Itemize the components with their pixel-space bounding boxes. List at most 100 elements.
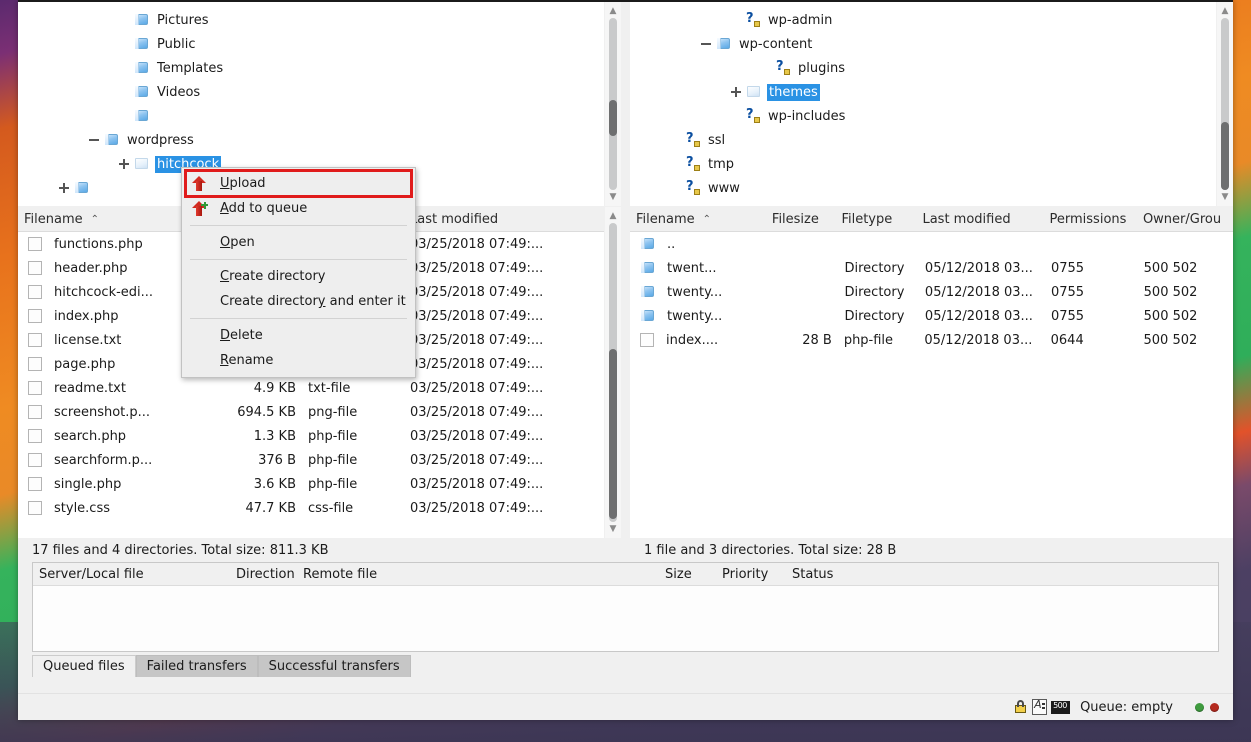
- tree-item[interactable]: themes: [630, 80, 1216, 104]
- file-checkbox[interactable]: [28, 453, 42, 467]
- column-header[interactable]: Filetype: [835, 212, 916, 227]
- scroll-down-arrow-icon[interactable]: ▼: [605, 522, 621, 536]
- table-row[interactable]: ..: [630, 232, 1233, 256]
- column-header[interactable]: Last modified: [916, 212, 1043, 227]
- menu-item[interactable]: Create directory and enter it: [182, 289, 415, 314]
- file-checkbox[interactable]: [28, 285, 42, 299]
- file-checkbox[interactable]: [28, 405, 42, 419]
- table-row[interactable]: searchform.p...376 Bphp-file03/25/2018 0…: [18, 448, 604, 472]
- menu-item[interactable]: Rename: [182, 348, 415, 373]
- tree-item[interactable]: Public: [18, 32, 604, 56]
- expand-plus-icon[interactable]: [116, 156, 132, 172]
- queue-tabs[interactable]: Queued filesFailed transfersSuccessful t…: [32, 653, 1219, 677]
- column-header[interactable]: Permissions: [1044, 212, 1137, 227]
- column-header-label: Last modified: [922, 212, 1010, 227]
- tree-item[interactable]: plugins: [630, 56, 1216, 80]
- speed-limit-icon[interactable]: [1051, 701, 1070, 714]
- scroll-thumb[interactable]: [609, 100, 617, 136]
- tree-item[interactable]: www: [630, 176, 1216, 200]
- twisty-spacer: [668, 180, 684, 196]
- tree-item-label: ssl: [706, 132, 727, 149]
- context-menu[interactable]: UploadAdd to queue Open Create directoryCr…: [181, 167, 416, 378]
- file-checkbox[interactable]: [28, 357, 42, 371]
- scroll-up-arrow-icon[interactable]: ▲: [1217, 4, 1233, 18]
- queue-column-header[interactable]: Size: [659, 567, 716, 582]
- file-checkbox[interactable]: [28, 333, 42, 347]
- local-list-scrollbar[interactable]: ▲ ▼: [604, 207, 621, 538]
- queue-column-header[interactable]: Status: [786, 567, 858, 582]
- queue-column-header[interactable]: Remote file: [297, 567, 659, 582]
- queue-box[interactable]: Server/Local fileDirectionRemote fileSiz…: [32, 562, 1219, 652]
- queue-column-header[interactable]: Server/Local file: [33, 567, 230, 582]
- column-header[interactable]: Filesize: [766, 212, 836, 227]
- menu-separator: [190, 259, 407, 260]
- scroll-up-arrow-icon[interactable]: ▲: [605, 4, 621, 18]
- table-row[interactable]: index....28 Bphp-file05/12/2018 03...064…: [630, 328, 1233, 352]
- file-checkbox[interactable]: [28, 501, 42, 515]
- remote-tree[interactable]: wp-adminwp-contentpluginsthemeswp-includ…: [630, 2, 1233, 207]
- scroll-down-arrow-icon[interactable]: ▼: [605, 190, 621, 204]
- table-row[interactable]: screenshot.p...694.5 KBpng-file03/25/201…: [18, 400, 604, 424]
- expand-plus-icon[interactable]: [728, 84, 744, 100]
- remote-side: wp-adminwp-contentpluginsthemeswp-includ…: [630, 2, 1233, 562]
- tree-item[interactable]: tmp: [630, 152, 1216, 176]
- local-tree-scrollbar[interactable]: ▲ ▼: [604, 2, 621, 206]
- scroll-thumb[interactable]: [1221, 122, 1229, 190]
- pane-splitter[interactable]: [621, 2, 630, 562]
- menu-item[interactable]: Upload: [186, 171, 411, 196]
- queue-column-header[interactable]: Priority: [716, 567, 786, 582]
- menu-item[interactable]: Delete: [182, 323, 415, 348]
- scroll-up-arrow-icon[interactable]: ▲: [605, 209, 621, 223]
- table-row[interactable]: twenty...Directory05/12/2018 03...075550…: [630, 304, 1233, 328]
- table-row[interactable]: twent...Directory05/12/2018 03...0755500…: [630, 256, 1233, 280]
- queue-tab[interactable]: Failed transfers: [136, 655, 258, 677]
- queue-header[interactable]: Server/Local fileDirectionRemote fileSiz…: [33, 563, 1218, 586]
- collapse-minus-icon[interactable]: [698, 36, 714, 52]
- scroll-down-arrow-icon[interactable]: ▼: [1217, 190, 1233, 204]
- column-header[interactable]: Last modified: [404, 212, 586, 227]
- file-checkbox[interactable]: [640, 333, 654, 347]
- remote-list-header[interactable]: Filename⌃FilesizeFiletype Last modified Pe…: [630, 207, 1233, 232]
- column-header[interactable]: Owner/Grou: [1137, 212, 1233, 227]
- remote-file-list[interactable]: Filename⌃FilesizeFiletype Last modified Pe…: [630, 207, 1233, 538]
- tree-item[interactable]: wp-content: [630, 32, 1216, 56]
- queue-tab[interactable]: Successful transfers: [258, 655, 411, 677]
- table-row[interactable]: style.css47.7 KBcss-file03/25/2018 07:49…: [18, 496, 604, 520]
- file-modified-cell: 03/25/2018 07:49:...: [404, 501, 586, 516]
- column-header[interactable]: Filename⌃: [630, 212, 766, 227]
- menu-item[interactable]: Create directory: [182, 264, 415, 289]
- file-checkbox[interactable]: [28, 381, 42, 395]
- table-row[interactable]: search.php1.3 KBphp-file03/25/2018 07:49…: [18, 424, 604, 448]
- column-header[interactable]: Filename⌃: [18, 212, 205, 227]
- expand-plus-icon[interactable]: [56, 180, 72, 196]
- remote-tree-scrollbar[interactable]: ▲ ▼: [1216, 2, 1233, 206]
- tree-item[interactable]: Templates: [18, 56, 604, 80]
- tree-item[interactable]: wordpress: [18, 128, 604, 152]
- file-modified-cell: 03/25/2018 07:49:...: [404, 261, 586, 276]
- table-row[interactable]: single.php3.6 KBphp-file03/25/2018 07:49…: [18, 472, 604, 496]
- queue-column-header[interactable]: Direction: [230, 567, 297, 582]
- lock-icon[interactable]: [1013, 700, 1028, 714]
- file-checkbox[interactable]: [28, 237, 42, 251]
- table-row[interactable]: twenty...Directory05/12/2018 03...075550…: [630, 280, 1233, 304]
- queue-tab[interactable]: Queued files: [32, 655, 136, 677]
- file-type-cell: php-file: [302, 429, 404, 444]
- scroll-thumb[interactable]: [609, 349, 617, 519]
- filezilla-window: PicturesPublicTemplatesVideoswordpresshi…: [18, 0, 1233, 720]
- certificate-icon[interactable]: [1032, 699, 1047, 715]
- file-checkbox[interactable]: [28, 261, 42, 275]
- tree-item[interactable]: Videos: [18, 80, 604, 104]
- menu-item[interactable]: Open: [182, 230, 415, 255]
- tree-item[interactable]: [18, 104, 604, 128]
- tree-item[interactable]: Pictures: [18, 8, 604, 32]
- tree-item[interactable]: wp-includes: [630, 104, 1216, 128]
- file-checkbox[interactable]: [28, 429, 42, 443]
- table-row[interactable]: readme.txt4.9 KBtxt-file03/25/2018 07:49…: [18, 376, 604, 400]
- tree-item[interactable]: ssl: [630, 128, 1216, 152]
- tree-item[interactable]: wp-admin: [630, 8, 1216, 32]
- file-checkbox[interactable]: [28, 309, 42, 323]
- queue-body[interactable]: [33, 586, 1218, 651]
- file-checkbox[interactable]: [28, 477, 42, 491]
- menu-item[interactable]: Add to queue: [182, 196, 415, 221]
- collapse-minus-icon[interactable]: [86, 132, 102, 148]
